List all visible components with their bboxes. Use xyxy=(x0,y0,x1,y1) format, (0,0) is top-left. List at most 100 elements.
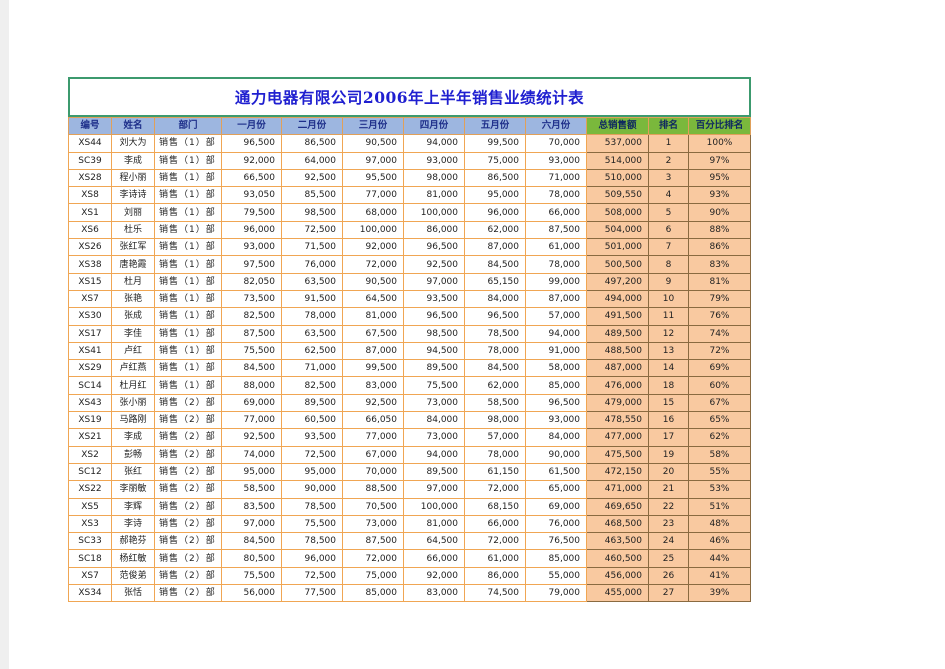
cell-feb[interactable]: 77,500 xyxy=(281,584,343,603)
cell-rank[interactable]: 15 xyxy=(648,393,689,413)
cell-jun[interactable]: 61,500 xyxy=(525,462,587,482)
cell-rank[interactable]: 23 xyxy=(648,514,689,534)
cell-feb[interactable]: 92,500 xyxy=(281,168,343,188)
cell-mar[interactable]: 92,000 xyxy=(342,238,404,257)
cell-may[interactable]: 96,500 xyxy=(464,307,526,326)
cell-percent-rank[interactable]: 83% xyxy=(688,255,751,274)
cell-feb[interactable]: 72,500 xyxy=(281,220,343,240)
cell-rank[interactable]: 6 xyxy=(648,220,689,240)
cell-apr[interactable]: 84,000 xyxy=(403,411,465,430)
cell-rank[interactable]: 24 xyxy=(648,532,689,551)
cell-dept[interactable]: 销售（2）部 xyxy=(154,411,222,430)
cell-apr[interactable]: 94,000 xyxy=(403,134,465,153)
cell-mar[interactable]: 68,000 xyxy=(342,203,404,222)
cell-mar[interactable]: 81,000 xyxy=(342,307,404,326)
cell-may[interactable]: 78,000 xyxy=(464,445,526,464)
cell-total[interactable]: 479,000 xyxy=(586,393,649,413)
cell-rank[interactable]: 17 xyxy=(648,428,689,447)
cell-id[interactable]: XS17 xyxy=(68,324,112,343)
cell-jun[interactable]: 78,000 xyxy=(525,255,587,274)
cell-id[interactable]: XS7 xyxy=(68,289,112,309)
cell-jun[interactable]: 70,000 xyxy=(525,134,587,153)
cell-feb[interactable]: 63,500 xyxy=(281,272,343,291)
cell-apr[interactable]: 98,500 xyxy=(403,324,465,343)
header-feb[interactable]: 二月份 xyxy=(281,116,343,136)
cell-id[interactable]: XS26 xyxy=(68,238,112,257)
cell-name[interactable]: 李辉 xyxy=(111,497,155,516)
cell-total[interactable]: 469,650 xyxy=(586,497,649,516)
cell-jun[interactable]: 87,000 xyxy=(525,289,587,309)
cell-mar[interactable]: 87,500 xyxy=(342,532,404,551)
cell-total[interactable]: 477,000 xyxy=(586,428,649,447)
cell-mar[interactable]: 72,000 xyxy=(342,255,404,274)
cell-mar[interactable]: 90,500 xyxy=(342,134,404,153)
cell-apr[interactable]: 96,500 xyxy=(403,238,465,257)
cell-percent-rank[interactable]: 79% xyxy=(688,289,751,309)
cell-jun[interactable]: 85,000 xyxy=(525,549,587,568)
cell-total[interactable]: 501,000 xyxy=(586,238,649,257)
cell-total[interactable]: 475,500 xyxy=(586,445,649,464)
cell-mar[interactable]: 75,000 xyxy=(342,566,404,586)
cell-name[interactable]: 刘丽 xyxy=(111,203,155,222)
cell-rank[interactable]: 26 xyxy=(648,566,689,586)
cell-jan[interactable]: 93,000 xyxy=(221,238,282,257)
cell-may[interactable]: 65,150 xyxy=(464,272,526,291)
cell-rank[interactable]: 10 xyxy=(648,289,689,309)
cell-jun[interactable]: 66,000 xyxy=(525,203,587,222)
cell-dept[interactable]: 销售（2）部 xyxy=(154,497,222,516)
cell-percent-rank[interactable]: 90% xyxy=(688,203,751,222)
cell-feb[interactable]: 71,000 xyxy=(281,359,343,378)
cell-jun[interactable]: 85,000 xyxy=(525,376,587,395)
cell-total[interactable]: 478,550 xyxy=(586,411,649,430)
cell-id[interactable]: XS21 xyxy=(68,428,112,447)
cell-feb[interactable]: 93,500 xyxy=(281,428,343,447)
cell-id[interactable]: SC39 xyxy=(68,151,112,170)
cell-feb[interactable]: 63,500 xyxy=(281,324,343,343)
cell-dept[interactable]: 销售（2）部 xyxy=(154,532,222,551)
cell-percent-rank[interactable]: 95% xyxy=(688,168,751,188)
cell-id[interactable]: XS41 xyxy=(68,341,112,361)
title-cell[interactable]: 通力电器有限公司2006年上半年销售业绩统计表 xyxy=(68,77,751,117)
cell-rank[interactable]: 16 xyxy=(648,411,689,430)
cell-dept[interactable]: 销售（2）部 xyxy=(154,566,222,586)
cell-jan[interactable]: 96,000 xyxy=(221,220,282,240)
cell-jan[interactable]: 82,050 xyxy=(221,272,282,291)
cell-feb[interactable]: 96,000 xyxy=(281,549,343,568)
cell-name[interactable]: 彭畅 xyxy=(111,445,155,464)
cell-jan[interactable]: 75,500 xyxy=(221,341,282,361)
cell-jun[interactable]: 61,000 xyxy=(525,238,587,257)
cell-total[interactable]: 491,500 xyxy=(586,307,649,326)
cell-total[interactable]: 488,500 xyxy=(586,341,649,361)
cell-mar[interactable]: 88,500 xyxy=(342,480,404,499)
cell-total[interactable]: 487,000 xyxy=(586,359,649,378)
cell-dept[interactable]: 销售（2）部 xyxy=(154,514,222,534)
cell-id[interactable]: SC12 xyxy=(68,462,112,482)
cell-dept[interactable]: 销售（2）部 xyxy=(154,480,222,499)
cell-jun[interactable]: 57,000 xyxy=(525,307,587,326)
cell-total[interactable]: 489,500 xyxy=(586,324,649,343)
cell-feb[interactable]: 98,500 xyxy=(281,203,343,222)
cell-mar[interactable]: 67,500 xyxy=(342,324,404,343)
cell-name[interactable]: 张艳 xyxy=(111,289,155,309)
cell-rank[interactable]: 5 xyxy=(648,203,689,222)
cell-id[interactable]: XS34 xyxy=(68,584,112,603)
header-id[interactable]: 编号 xyxy=(68,116,112,136)
cell-dept[interactable]: 销售（1）部 xyxy=(154,151,222,170)
cell-jun[interactable]: 78,000 xyxy=(525,186,587,205)
cell-mar[interactable]: 67,000 xyxy=(342,445,404,464)
cell-feb[interactable]: 82,500 xyxy=(281,376,343,395)
cell-id[interactable]: SC18 xyxy=(68,549,112,568)
cell-jun[interactable]: 79,000 xyxy=(525,584,587,603)
cell-percent-rank[interactable]: 76% xyxy=(688,307,751,326)
cell-jan[interactable]: 80,500 xyxy=(221,549,282,568)
cell-apr[interactable]: 75,500 xyxy=(403,376,465,395)
cell-jan[interactable]: 97,500 xyxy=(221,255,282,274)
cell-rank[interactable]: 14 xyxy=(648,359,689,378)
cell-name[interactable]: 李佳 xyxy=(111,324,155,343)
cell-may[interactable]: 86,000 xyxy=(464,566,526,586)
cell-feb[interactable]: 72,500 xyxy=(281,445,343,464)
cell-dept[interactable]: 销售（2）部 xyxy=(154,393,222,413)
cell-rank[interactable]: 27 xyxy=(648,584,689,603)
cell-rank[interactable]: 11 xyxy=(648,307,689,326)
cell-apr[interactable]: 83,000 xyxy=(403,584,465,603)
